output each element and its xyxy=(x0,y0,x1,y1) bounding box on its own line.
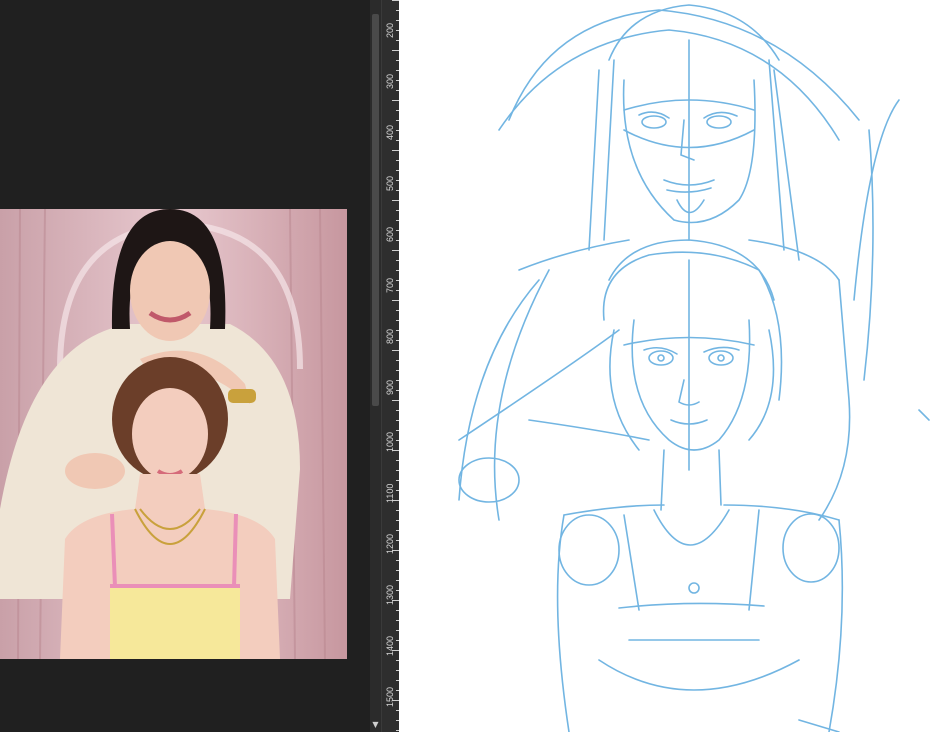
ruler-label: 600 xyxy=(385,226,395,242)
ruler-label: 1300 xyxy=(385,584,395,605)
reference-photo[interactable] xyxy=(0,209,347,659)
ruler-label: 700 xyxy=(385,277,395,293)
vertical-ruler: 200 300 400 500 600 700 800 900 1000 110… xyxy=(381,0,400,732)
ruler-label: 900 xyxy=(385,379,395,395)
ruler-label: 1400 xyxy=(385,635,395,656)
drawing-canvas[interactable] xyxy=(399,0,946,732)
ruler-label: 200 xyxy=(385,22,395,38)
ruler-label: 300 xyxy=(385,73,395,89)
ruler-label: 500 xyxy=(385,175,395,191)
scrollbar-thumb[interactable] xyxy=(372,14,379,406)
scroll-down-arrow-icon[interactable]: ▼ xyxy=(370,718,381,732)
sketch-drawing xyxy=(458,4,930,732)
ruler-label: 1500 xyxy=(385,686,395,707)
ruler-label: 800 xyxy=(385,328,395,344)
vertical-scrollbar[interactable]: ▼ xyxy=(370,0,381,732)
reference-panel xyxy=(0,0,370,732)
ruler-label: 1000 xyxy=(385,431,395,452)
ruler-label: 400 xyxy=(385,124,395,140)
